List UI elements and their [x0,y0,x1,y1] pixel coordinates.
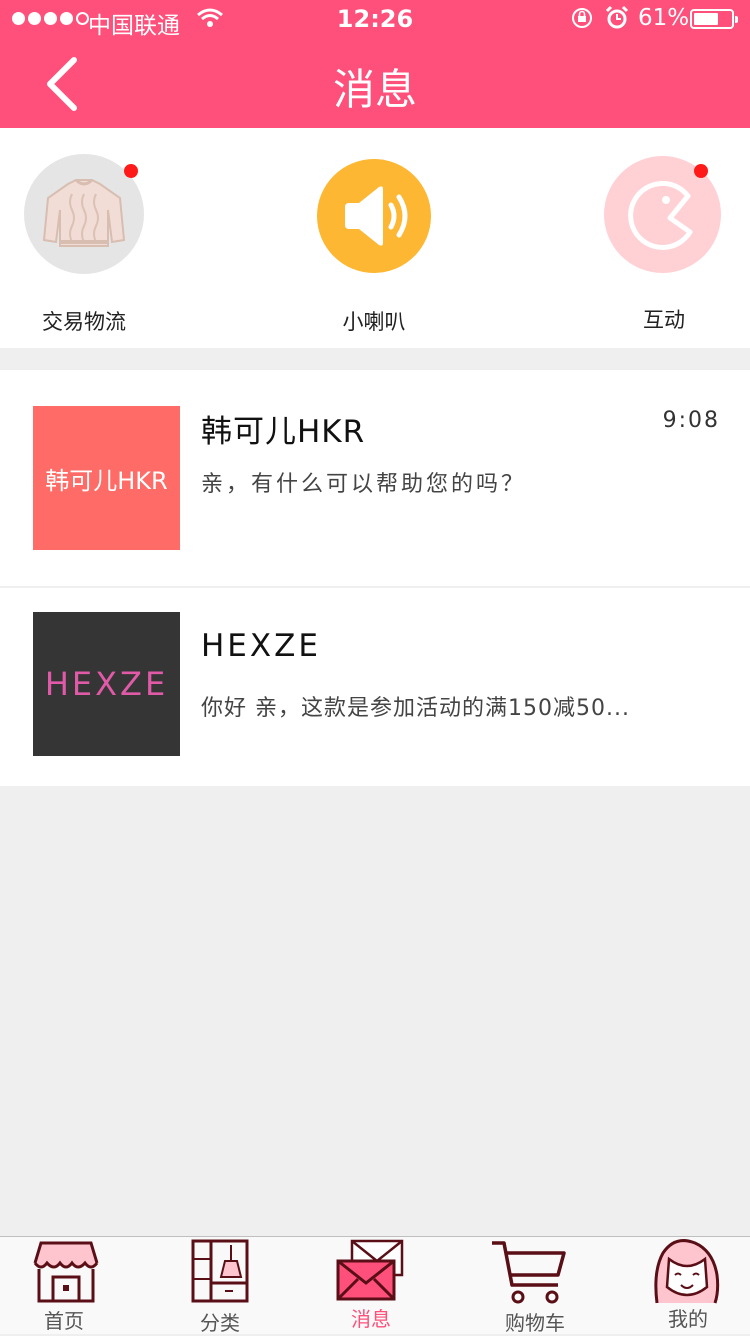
tab-bar: 首页 分类 消息 购物车 我的 [0,1236,750,1335]
page-title: 消息 [332,65,417,114]
message-time: 9:08 [662,408,720,433]
tab-messages[interactable]: 消息 [296,1237,446,1335]
shop-avatar: 韩可儿HKR [33,406,180,550]
message-preview: 你好 亲，这款是参加活动的满150减50... [201,696,630,721]
notification-badge [694,164,708,178]
tab-label: 购物车 [505,1311,565,1335]
shop-name: 韩可儿HKR [201,414,366,450]
tab-category[interactable]: 分类 [145,1237,295,1335]
message-preview: 亲，有什么可以帮助您的吗？ [201,472,527,497]
cart-icon [492,1241,566,1304]
shortcut-speaker[interactable]: 小喇叭 [294,128,454,348]
battery-icon [690,9,738,29]
message-list: 韩可儿HKR 韩可儿HKR 亲，有什么可以帮助您的吗？ 9:08 HEXZE H… [0,370,750,786]
tab-label: 我的 [668,1307,708,1331]
shortcut-interaction[interactable]: 互动 [584,128,744,348]
tab-cart[interactable]: 购物车 [460,1237,610,1335]
tab-label: 分类 [200,1311,240,1335]
battery-percent: 61% [638,5,690,31]
tab-home[interactable]: 首页 [0,1237,141,1335]
store-icon [33,1241,99,1303]
shop-name: HEXZE [201,628,321,664]
shortcut-label: 交易物流 [42,310,126,334]
tab-label: 首页 [44,1309,84,1333]
shortcut-panel: 交易物流 小喇叭 互动 [0,128,750,348]
alarm-icon [604,5,630,37]
speaker-icon [317,159,431,273]
shortcut-label: 互动 [643,308,685,332]
tab-label: 消息 [351,1307,391,1331]
top-bar: 中国联通 12:26 61% 消息 [0,0,750,128]
message-row[interactable]: HEXZE HEXZE 你好 亲，这款是参加活动的满150减50... [0,588,750,786]
status-bar: 中国联通 12:26 61% [0,0,750,40]
rotation-lock-icon [570,6,594,35]
girl-face-icon [654,1239,720,1304]
notification-badge [124,164,138,178]
shortcut-trade-logistics[interactable]: 交易物流 [4,128,164,348]
message-row[interactable]: 韩可儿HKR 韩可儿HKR 亲，有什么可以帮助您的吗？ 9:08 [0,370,750,586]
envelope-icon [336,1239,404,1301]
shop-avatar: HEXZE [33,612,180,756]
shortcut-label: 小喇叭 [342,310,406,334]
tab-profile[interactable]: 我的 [613,1237,750,1335]
cabinet-icon [191,1239,249,1303]
